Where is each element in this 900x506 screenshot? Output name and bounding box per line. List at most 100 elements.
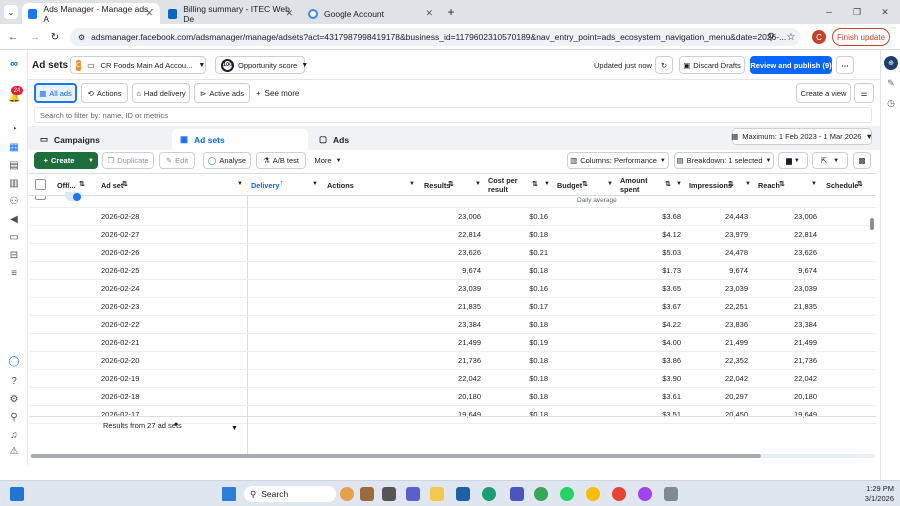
tab-menu-icon[interactable]: ⌄ [4,5,18,19]
chrome-profile-2-icon[interactable] [612,487,626,501]
col-schedule[interactable]: Schedule [826,181,858,190]
forward-icon[interactable]: → [28,30,42,44]
table-row[interactable]: 2026-02-20 21,736 $0.18 $3.86 22,352 21,736 [29,352,876,370]
col-ad-set[interactable]: Ad set [101,181,123,190]
columns-dropdown[interactable]: ▥ Columns: Performance ▼ [567,152,669,169]
reports-icon[interactable]: ▥ [8,178,20,189]
all-ads-filter[interactable]: ▦ All ads [34,83,77,103]
parent-adset-row[interactable]: Daily average [29,192,876,208]
table-row[interactable]: 2026-02-22 23,384 $0.18 $4.22 23,836 23,384 [29,316,876,334]
search-filter-input[interactable]: Search to filter by: name, ID or metrics [34,107,872,123]
col-budget[interactable]: Budget [557,181,582,190]
column-menu-icon[interactable]: ▼ [607,181,613,187]
profile-avatar[interactable]: C [812,30,826,44]
analyse-button[interactable]: ◯ Analyse [203,152,251,169]
column-menu-icon[interactable]: ▼ [676,181,682,187]
task-view-icon[interactable] [10,487,24,501]
see-more-button[interactable]: + See more [256,86,299,100]
billing-card-icon[interactable]: ▭ [8,232,20,243]
finish-update-button[interactable]: Finish update [832,28,890,46]
file-manager-icon[interactable] [382,487,396,501]
chrome-icon[interactable] [534,487,548,501]
col-amount-spent[interactable]: Amount spent [620,176,654,194]
table-row[interactable]: 2026-02-25 9,674 $0.18 $1.73 9,674 9,674 [29,262,876,280]
col-impressions[interactable]: Impressions [689,181,732,190]
close-window-icon[interactable]: ✕ [878,5,892,19]
store-icon[interactable] [456,487,470,501]
export-dropdown[interactable]: ⇱ ▼ [812,152,848,169]
discard-drafts-button[interactable]: ▣ Discard Drafts [679,56,745,74]
chrome-profile-icon[interactable] [586,487,600,501]
col-reach[interactable]: Reach [758,181,780,190]
duplicate-button[interactable]: ❐ Duplicate [102,152,154,169]
url-field[interactable]: ⚙ adsmanager.facebook.com/adsmanager/man… [70,28,800,46]
whatsapp-icon[interactable] [560,487,574,501]
sort-icon[interactable]: ⇅ [857,180,863,188]
restore-icon[interactable]: ❐ [850,5,864,19]
had-delivery-filter[interactable]: ⌂ Had delivery [132,83,190,103]
column-menu-icon[interactable]: ▼ [475,181,481,187]
new-tab-icon[interactable]: + [444,5,458,19]
create-dropdown-button[interactable]: ▼ [84,152,98,169]
chrome-profile-3-icon[interactable] [638,487,652,501]
close-tab-icon[interactable]: ✕ [145,8,153,19]
create-button[interactable]: + Create [34,152,84,169]
footer-chevron-down-icon[interactable]: ▼ [231,425,238,432]
edge-icon[interactable] [482,487,496,501]
sort-icon[interactable]: ⇅ [448,180,454,188]
select-all-checkbox[interactable] [35,179,46,190]
ab-test-button[interactable]: ⚗ A/B test [256,152,306,169]
reload-icon[interactable]: ↻ [48,30,62,44]
teams-icon[interactable] [406,487,420,501]
refresh-button[interactable]: ↻ [655,56,673,74]
create-view-button[interactable]: Create a view [796,83,851,103]
column-menu-icon[interactable]: ▼ [409,181,415,187]
breakdown-dropdown[interactable]: ▤ Breakdown: 1 selected ▼ [674,152,774,169]
tab-billing[interactable]: Billing summary - ITEC Web De ✕ [162,3,300,24]
sort-asc-icon[interactable]: ↑ [280,180,284,187]
col-off-on[interactable]: Off/... [57,181,76,190]
taskbar-search[interactable]: ⚲ Search [244,486,336,502]
sort-icon[interactable]: ⇅ [665,180,671,188]
edit-button[interactable]: ✎ Edit [159,152,195,169]
file-explorer-icon[interactable] [430,487,444,501]
tab-ads[interactable]: ▢ Ads [313,129,447,150]
table-row[interactable]: 2026-02-23 21,835 $0.17 $3.67 22,251 21,835 [29,298,876,316]
help-icon[interactable]: ? [8,376,20,387]
active-ads-filter[interactable]: ⊳ Active ads [194,83,250,103]
review-publish-button[interactable]: Review and publish (9) [750,56,832,74]
catalog-icon[interactable]: ▤ [8,160,20,171]
campaigns-table-icon[interactable]: ▦ [8,142,20,153]
teams-work-icon[interactable] [510,487,524,501]
col-delivery[interactable]: Delivery [251,181,279,190]
notifications-bell-icon[interactable]: ♫ [8,430,20,441]
date-range-picker[interactable]: ▦ Maximum: 1 Feb 2023 - 1 Mar 2026 ▼ [731,128,873,145]
tab-google-account[interactable]: Google Account ✕ [302,3,440,24]
actions-filter[interactable]: ⟲ Actions [81,83,128,103]
table-row[interactable]: 2026-02-28 23,006 $0.16 $3.68 24,443 23,006 [29,208,876,226]
table-row[interactable]: 2026-02-24 23,039 $0.16 $3.65 23,039 23,039 [29,280,876,298]
opportunity-score-button[interactable]: 100 Opportunity score ▼ [215,56,308,74]
bug-report-icon[interactable]: ⚠ [8,446,20,457]
more-button[interactable]: More ▼ [310,152,346,169]
search-icon[interactable]: ⚲ [8,412,20,423]
col-cost-per-result[interactable]: Cost per result [488,176,522,194]
column-menu-icon[interactable]: ▼ [544,181,550,187]
info-icon[interactable]: ● [174,421,178,428]
table-row[interactable]: 2026-02-18 20,180 $0.18 $3.61 20,297 20,180 [29,388,876,406]
column-menu-icon[interactable]: ▼ [745,181,751,187]
more-options-button[interactable]: ⋯ [836,56,854,74]
windows-start-icon[interactable] [222,487,236,501]
meta-logo-icon[interactable]: ∞ [8,59,20,70]
close-tab-icon[interactable]: ✕ [285,8,293,19]
column-menu-icon[interactable]: ▼ [312,181,318,187]
close-tab-icon[interactable]: ✕ [425,8,433,19]
row-checkbox[interactable] [35,196,46,200]
minimize-icon[interactable]: – [822,5,836,19]
tab-ads-manager[interactable]: Ads Manager - Manage ads - A ✕ [22,3,160,24]
column-menu-icon[interactable]: ▼ [237,181,243,187]
meta-ai-icon[interactable]: ◯ [8,356,20,367]
bookmark-star-icon[interactable]: ☆ [784,30,798,44]
chart-toggle-button[interactable]: ▩ [853,152,871,169]
edit-pencil-icon[interactable]: ✎ [884,76,898,90]
